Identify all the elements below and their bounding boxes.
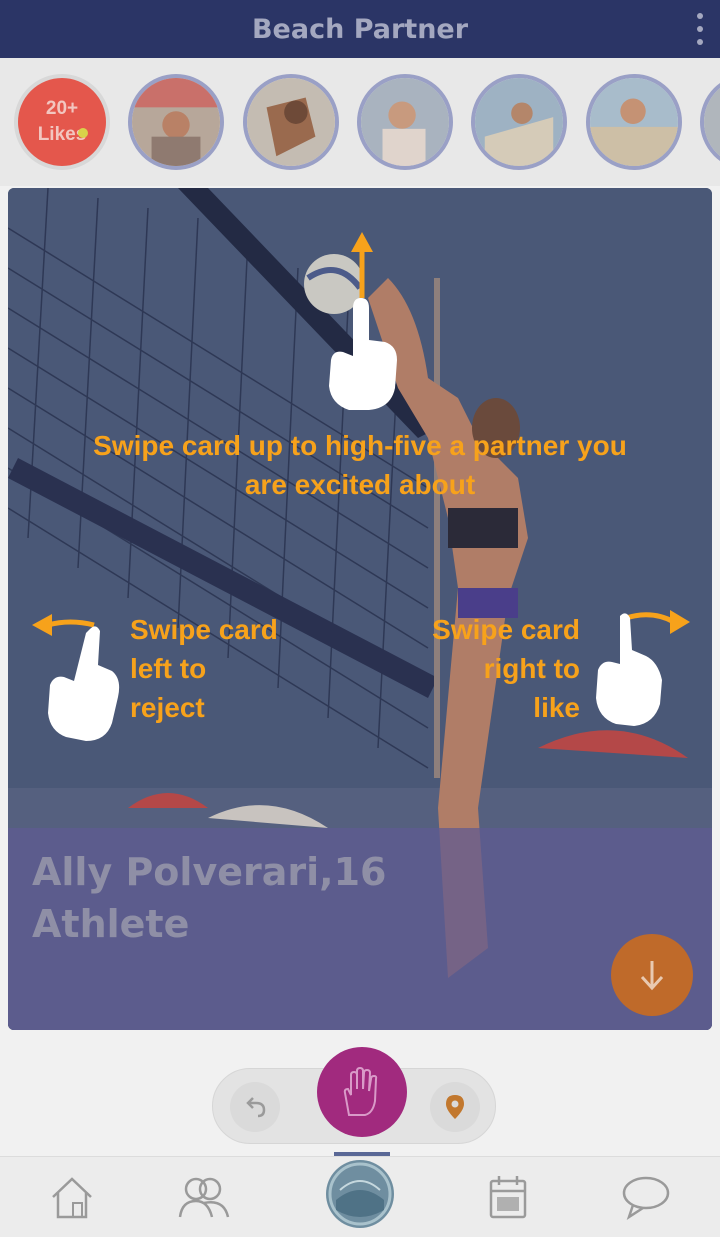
- story-avatar-5[interactable]: [586, 74, 682, 170]
- likes-count: 20+: [45, 98, 79, 119]
- nav-partners[interactable]: [174, 1169, 234, 1225]
- swipe-right-gesture-icon: [596, 610, 690, 726]
- calendar-icon: [489, 1176, 527, 1219]
- tip-left-line-2: left to: [130, 653, 207, 684]
- nav-calendar[interactable]: [478, 1169, 538, 1225]
- location-button[interactable]: [430, 1082, 480, 1132]
- tip-left-line-1: Swipe card: [130, 614, 278, 645]
- nav-home[interactable]: [42, 1169, 102, 1225]
- avatar-photo: [361, 78, 449, 166]
- beach-partner-logo: [326, 1152, 394, 1228]
- story-avatar-4[interactable]: [471, 74, 567, 170]
- avatar-photo: [247, 78, 335, 166]
- story-avatar-6[interactable]: [700, 74, 720, 170]
- athlete-name: Ally Polverari,16: [32, 850, 387, 894]
- nav-messages[interactable]: [616, 1169, 676, 1225]
- app-title: Beach Partner: [251, 13, 469, 45]
- app-bar: Beach Partner: [0, 0, 720, 58]
- tip-swipe-right: Swipe card right to like: [370, 610, 580, 727]
- story-avatar-1[interactable]: [128, 74, 224, 170]
- high-five-button[interactable]: [317, 1047, 407, 1137]
- avatar-photo: [590, 78, 678, 166]
- tip-right-line-2: right to: [483, 653, 580, 684]
- avatar-photo: [475, 78, 563, 166]
- likes-badge[interactable]: 20+ Likes: [14, 74, 110, 170]
- tip-swipe-left: Swipe card left to reject: [130, 610, 350, 727]
- more-vertical-icon[interactable]: [694, 13, 706, 45]
- stories-strip: 20+ Likes: [0, 58, 720, 186]
- notification-dot: [78, 128, 88, 138]
- tip-swipe-up: Swipe card up to high-five a partner you…: [93, 430, 627, 500]
- tip-right-line-1: Swipe card: [432, 614, 580, 645]
- avatar-photo: [132, 78, 220, 166]
- swipe-up-gesture-icon: [329, 232, 397, 410]
- high-five-icon: [343, 1066, 378, 1116]
- people-icon: [178, 1177, 230, 1218]
- undo-button[interactable]: [230, 1082, 280, 1132]
- arrow-down-icon: [640, 961, 664, 991]
- tip-left-line-3: reject: [130, 692, 205, 723]
- location-pin-icon: [446, 1095, 464, 1119]
- tip-right-line-3: like: [533, 692, 580, 723]
- story-avatar-2[interactable]: [243, 74, 339, 170]
- avatar-photo: [704, 78, 720, 166]
- home-icon: [52, 1177, 92, 1219]
- chat-icon: [622, 1176, 670, 1220]
- undo-icon: [246, 1097, 266, 1118]
- profile-details-button[interactable]: [611, 934, 693, 1016]
- story-avatar-3[interactable]: [357, 74, 453, 170]
- nav-center-logo[interactable]: [322, 1150, 398, 1230]
- athlete-role: Athlete: [32, 902, 190, 946]
- swipe-left-gesture-icon: [32, 614, 120, 741]
